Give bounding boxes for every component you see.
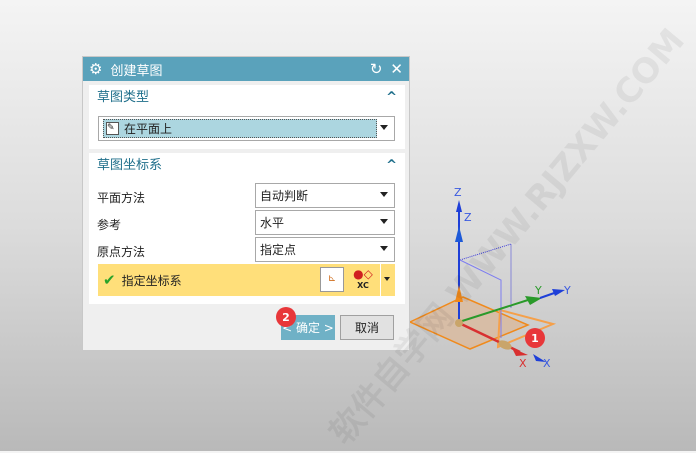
x-handle: [498, 340, 512, 350]
section-sketch-type: 草图类型 ^ ✎ 在平面上: [89, 85, 405, 149]
origin-method-value: 指定点: [260, 243, 297, 257]
y-label-2: Y: [563, 284, 571, 297]
csys-options-dropdown[interactable]: [380, 264, 395, 296]
reset-icon[interactable]: ↻: [370, 60, 383, 78]
section-sketch-csys: 草图坐标系 ^ 平面方法 自动判断 参考 水平 原点方法 指定点 ✔ 指定坐标系 …: [89, 153, 405, 304]
plane-method-label: 平面方法: [97, 191, 146, 205]
plane-method-dropdown[interactable]: 自动判断: [255, 183, 395, 208]
collapse-icon[interactable]: ^: [386, 153, 397, 179]
orange-z-arrow: [455, 285, 463, 302]
origin-method-dropdown[interactable]: 指定点: [255, 237, 395, 262]
selected-option: ✎ 在平面上: [103, 119, 377, 138]
origin-method-label: 原点方法: [97, 245, 146, 259]
gear-icon[interactable]: ⚙: [89, 60, 102, 78]
check-icon: ✔: [103, 271, 116, 289]
chevron-down-icon: [380, 246, 388, 251]
section-header-sketch-csys[interactable]: 草图坐标系 ^: [89, 153, 405, 179]
create-sketch-dialog: ⚙ 创建草图 ↻ ✕ 草图类型 ^ ✎ 在平面上 草图坐标系 ^ 平面方法 自动判断…: [82, 56, 410, 351]
reference-dropdown[interactable]: 水平: [255, 210, 395, 235]
sketch-type-value: 在平面上: [124, 122, 173, 136]
step-badge-1: 1: [525, 328, 545, 348]
z-label-1: Z: [454, 186, 462, 199]
section-header-sketch-type[interactable]: 草图类型 ^: [89, 85, 405, 111]
x-label-2: X: [543, 357, 551, 370]
reference-label: 参考: [97, 218, 122, 232]
csys-dialog-button[interactable]: ⊾: [320, 267, 344, 292]
xc-label: XC: [357, 281, 369, 290]
section-title: 草图坐标系: [97, 158, 163, 173]
chevron-down-icon: [380, 125, 388, 130]
sketch-type-dropdown[interactable]: ✎ 在平面上: [98, 116, 395, 141]
dialog-title-bar[interactable]: ⚙ 创建草图 ↻ ✕: [83, 57, 409, 81]
section-title: 草图类型: [97, 90, 150, 105]
x-arrow-icon: [512, 348, 528, 356]
sketch-on-plane-icon: ✎: [106, 122, 119, 135]
z-arrow-icon: [455, 226, 463, 242]
z-arrow2-icon: [456, 200, 462, 212]
cancel-button[interactable]: 取消: [340, 315, 394, 340]
dialog-title: 创建草图: [110, 63, 163, 79]
reference-value: 水平: [260, 216, 285, 230]
csys-icon: ●◇: [353, 267, 373, 281]
chevron-down-icon: [380, 219, 388, 224]
chevron-down-icon: [384, 277, 390, 281]
y-arrow-icon: [525, 296, 542, 305]
y-label-1: Y: [534, 284, 542, 297]
specify-csys-label: 指定坐标系: [121, 273, 182, 288]
inferred-csys-button[interactable]: ●◇ XC: [347, 264, 379, 296]
step-badge-2: 2: [276, 307, 296, 327]
plane-method-value: 自动判断: [260, 189, 309, 203]
collapse-icon[interactable]: ^: [386, 85, 397, 111]
z-label-2: Z: [464, 211, 472, 224]
close-icon[interactable]: ✕: [390, 60, 403, 78]
chevron-down-icon: [380, 192, 388, 197]
origin-handle[interactable]: [455, 319, 463, 327]
x-label-1: X: [519, 357, 527, 370]
specify-csys-row[interactable]: ✔ 指定坐标系 ⊾ ●◇ XC: [98, 264, 395, 296]
